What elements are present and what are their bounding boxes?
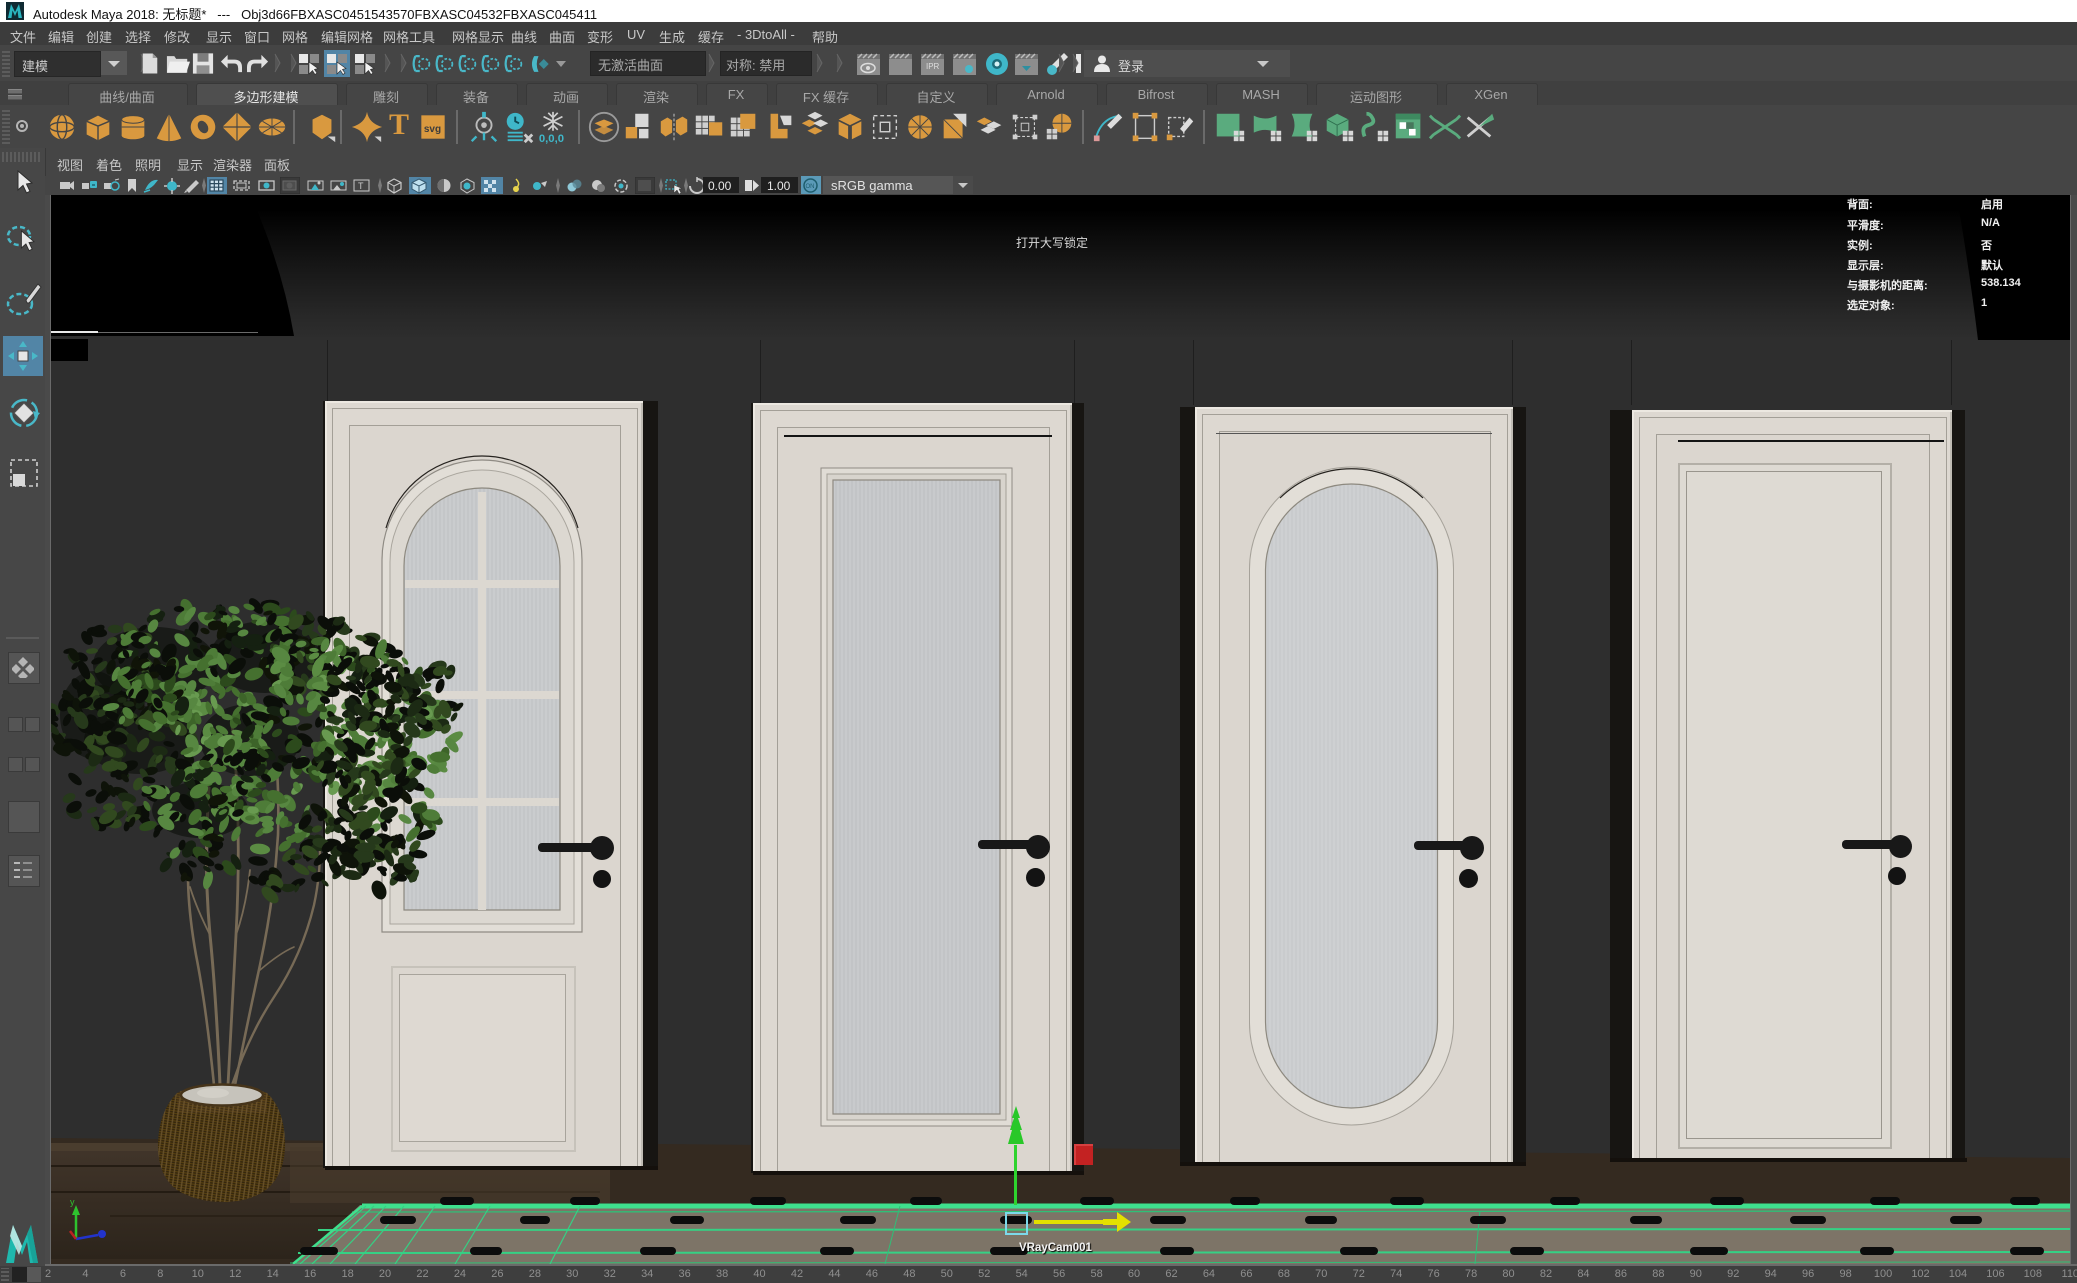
- svg-text:T: T: [358, 181, 364, 191]
- svg-text:y: y: [70, 1197, 75, 1207]
- svg-text:ON: ON: [806, 184, 815, 190]
- svg-text:0,0,0: 0,0,0: [539, 133, 564, 145]
- svg-text:IPR: IPR: [926, 62, 940, 71]
- svg-text:svg: svg: [424, 124, 441, 135]
